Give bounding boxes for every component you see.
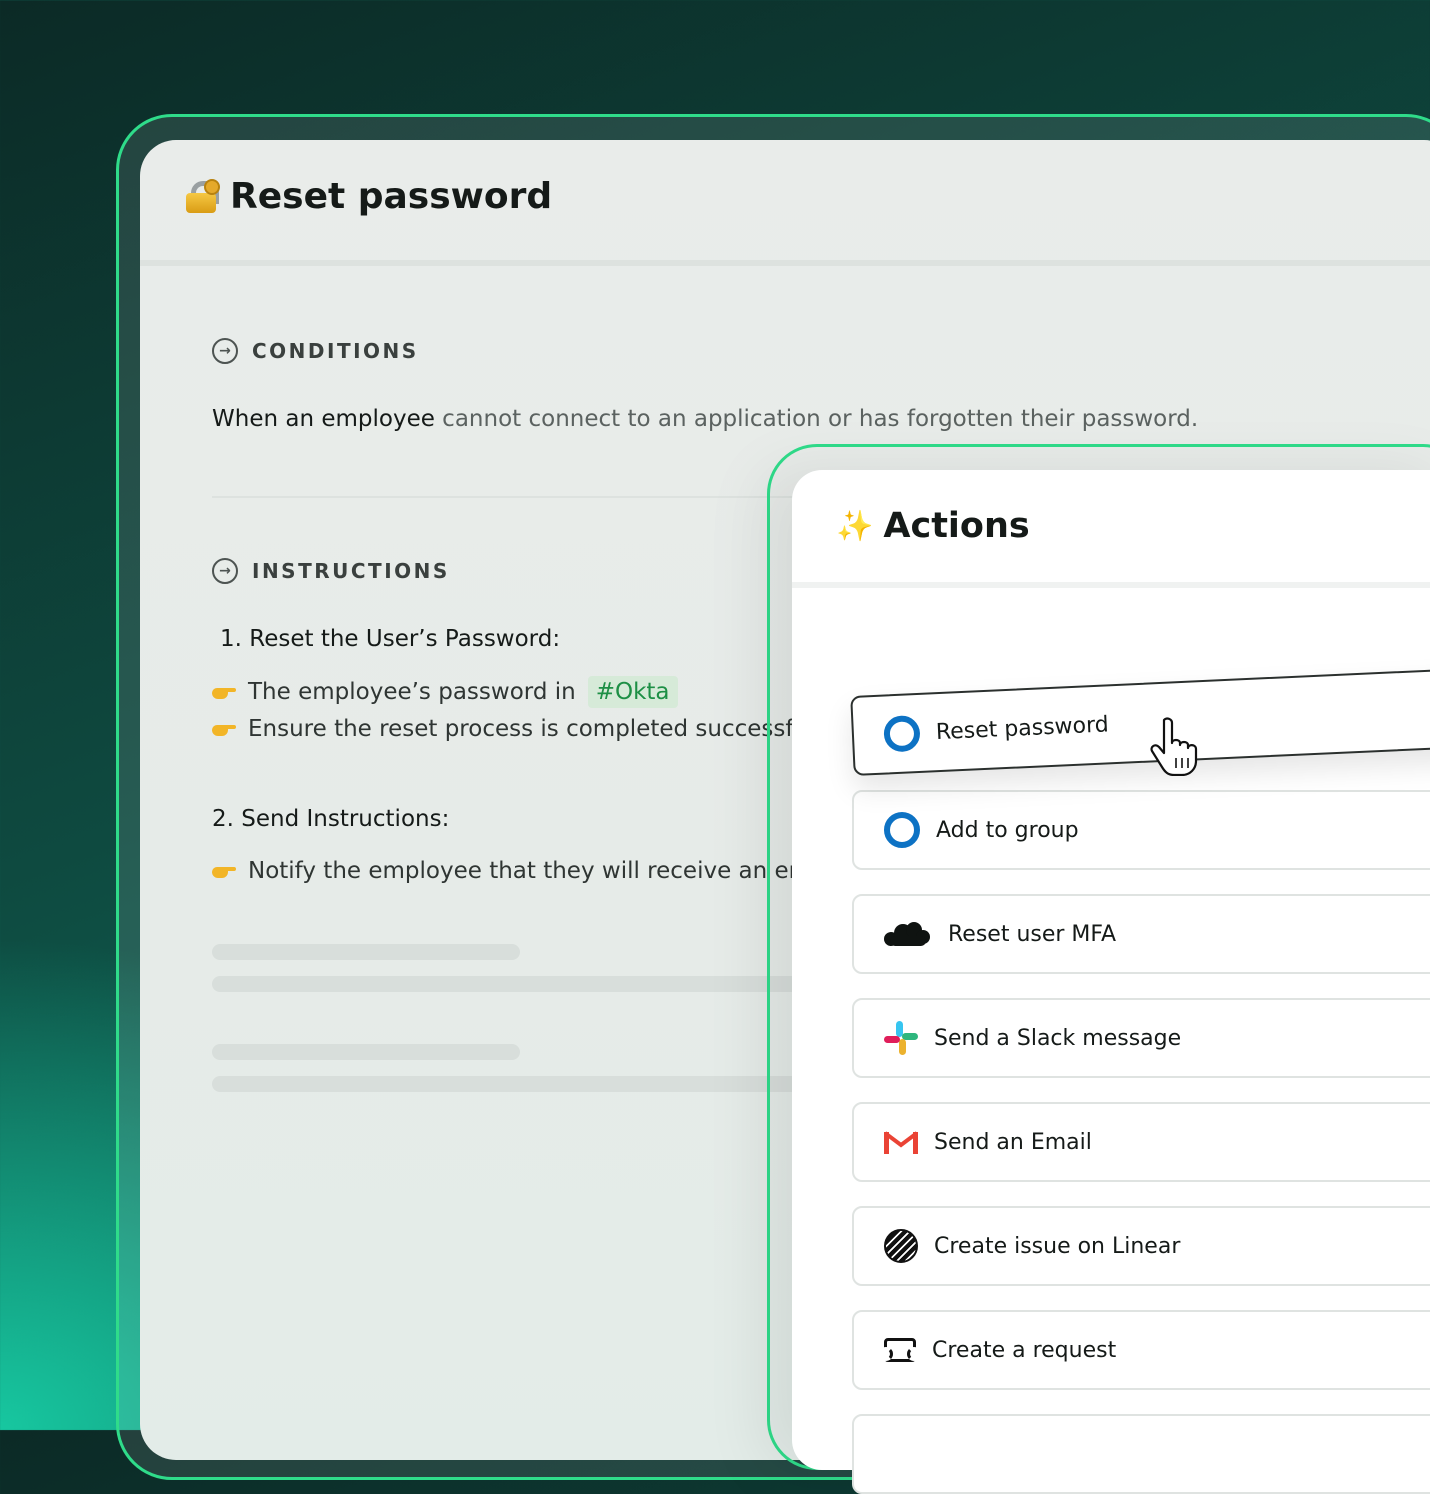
- actions-header: ✨ Actions: [792, 470, 1430, 588]
- hand-pointer-cursor-icon: [1150, 717, 1198, 776]
- action-label: Reset user MFA: [948, 921, 1117, 947]
- pointing-hand-icon: [212, 685, 236, 699]
- conditions-heading-text: CONDITIONS: [252, 339, 419, 363]
- conditions-text: When an employee cannot connect to an ap…: [212, 406, 1198, 432]
- action-label: Add to group: [936, 817, 1079, 843]
- step-1-title: 1. Reset the User’s Password:: [220, 626, 561, 652]
- okta-icon: [883, 714, 921, 753]
- action-reset-password[interactable]: Reset password: [850, 667, 1430, 776]
- bullet-text: Notify the employee that they will recei…: [248, 858, 826, 884]
- slack-icon: [884, 1021, 918, 1055]
- pointing-hand-icon: [212, 864, 236, 878]
- conditions-heading: → CONDITIONS: [212, 338, 419, 364]
- bullet-text: The employee’s password in: [248, 679, 576, 705]
- action-label: Reset password: [935, 711, 1110, 745]
- ticket-icon: [879, 1338, 921, 1362]
- conditions-description: cannot connect to an application or has …: [434, 406, 1199, 432]
- pointing-hand-icon: [212, 722, 236, 736]
- sparkles-icon: ✨: [836, 508, 874, 544]
- action-label: Send a Slack message: [934, 1025, 1182, 1051]
- arrow-right-circle-icon: →: [212, 338, 238, 364]
- cloud-icon: [884, 922, 932, 946]
- okta-tag[interactable]: #Okta: [587, 676, 678, 708]
- linear-icon: [884, 1229, 918, 1263]
- step-2-bullet-1: Notify the employee that they will recei…: [212, 858, 825, 884]
- okta-icon: [884, 812, 920, 848]
- instructions-heading-text: INSTRUCTIONS: [252, 559, 450, 583]
- arrow-right-circle-icon: →: [212, 558, 238, 584]
- action-label: Create issue on Linear: [934, 1233, 1181, 1259]
- action-label: Create a request: [932, 1337, 1117, 1363]
- action-create-issue-linear[interactable]: Create issue on Linear: [852, 1206, 1430, 1286]
- actions-title-text: Actions: [883, 506, 1030, 546]
- skeleton-line: [212, 944, 520, 960]
- step-1-bullet-1: The employee’s password in #Okta: [212, 676, 678, 708]
- locked-with-key-icon: [184, 178, 220, 215]
- actions-panel: ✨ Actions Reset password Add to group Re…: [792, 470, 1430, 1494]
- action-send-email[interactable]: Send an Email: [852, 1102, 1430, 1182]
- step-1-bullet-2: Ensure the reset process is completed su…: [212, 716, 814, 742]
- actions-title: ✨ Actions: [836, 506, 1030, 546]
- action-reset-user-mfa[interactable]: Reset user MFA: [852, 894, 1430, 974]
- action-item-partial[interactable]: [852, 1414, 1430, 1494]
- conditions-subject: When an employee: [212, 406, 435, 432]
- action-add-to-group[interactable]: Add to group: [852, 790, 1430, 870]
- page-title-text: Reset password: [230, 176, 553, 217]
- step-2-title: 2. Send Instructions:: [212, 806, 450, 832]
- page-title: Reset password: [184, 176, 552, 217]
- playbook-header: Reset password: [140, 140, 1430, 266]
- skeleton-line: [212, 1044, 520, 1060]
- bullet-text: Ensure the reset process is completed su…: [248, 716, 815, 742]
- gmail-icon: [884, 1131, 918, 1154]
- action-send-slack-message[interactable]: Send a Slack message: [852, 998, 1430, 1078]
- action-label: Send an Email: [934, 1129, 1092, 1155]
- action-create-request[interactable]: Create a request: [852, 1310, 1430, 1390]
- skeleton-line: [212, 1076, 852, 1092]
- instructions-heading: → INSTRUCTIONS: [212, 558, 450, 584]
- skeleton-line: [212, 976, 852, 992]
